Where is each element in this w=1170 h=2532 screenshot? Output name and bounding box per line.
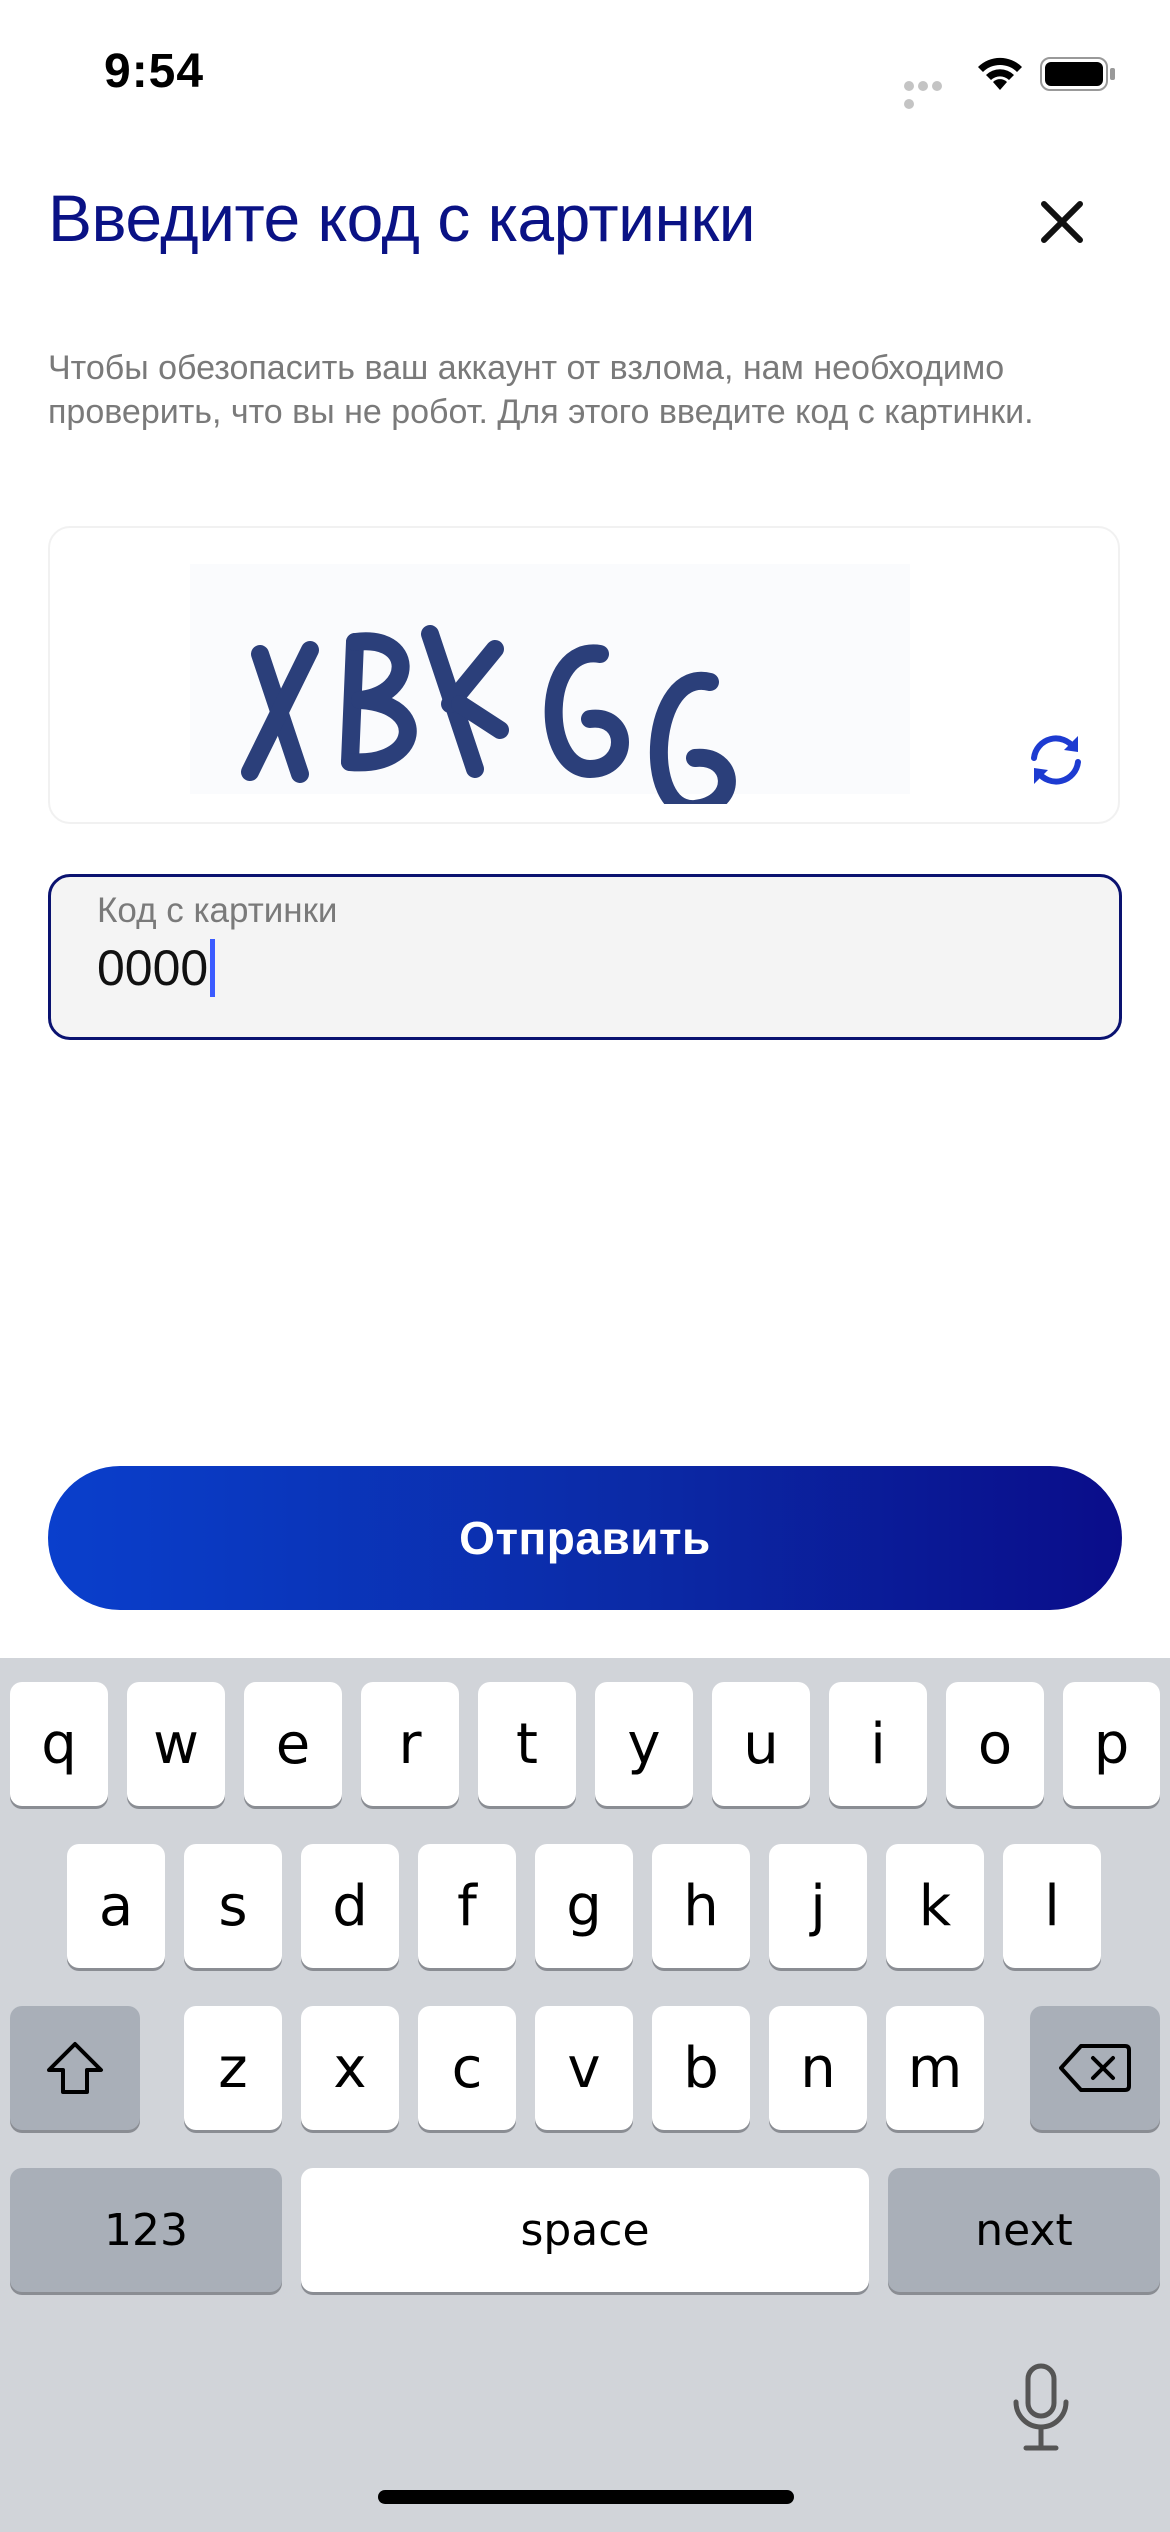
backspace-key[interactable]: [1030, 2006, 1160, 2130]
key-w[interactable]: w: [127, 1682, 225, 1806]
captcha-code-input[interactable]: Код с картинки 0000: [48, 874, 1122, 1040]
close-icon[interactable]: [1030, 190, 1094, 254]
key-i[interactable]: i: [829, 1682, 927, 1806]
key-j[interactable]: j: [769, 1844, 867, 1968]
shift-icon: [47, 2042, 103, 2094]
space-key[interactable]: space: [301, 2168, 869, 2292]
key-f[interactable]: f: [418, 1844, 516, 1968]
captcha-image: [190, 564, 910, 804]
key-a[interactable]: a: [67, 1844, 165, 1968]
home-indicator: [378, 2490, 794, 2504]
status-bar: 9:54: [0, 0, 1170, 150]
battery-icon: [1040, 57, 1115, 91]
microphone-icon[interactable]: [1006, 2362, 1076, 2454]
key-p[interactable]: p: [1063, 1682, 1160, 1806]
key-q[interactable]: q: [10, 1682, 108, 1806]
key-b[interactable]: b: [652, 2006, 750, 2130]
key-u[interactable]: u: [712, 1682, 810, 1806]
numbers-key[interactable]: 123: [10, 2168, 282, 2292]
description-text: Чтобы обезопасить ваш аккаунт от взлома,…: [48, 349, 1034, 431]
submit-button[interactable]: Отправить: [48, 1466, 1122, 1610]
key-y[interactable]: y: [595, 1682, 693, 1806]
key-l[interactable]: l: [1003, 1844, 1101, 1968]
captcha-code-label: Код с картинки: [97, 891, 338, 930]
key-m[interactable]: m: [886, 2006, 984, 2130]
text-caret: [210, 939, 216, 997]
status-time: 9:54: [104, 45, 205, 98]
key-c[interactable]: c: [418, 2006, 516, 2130]
key-n[interactable]: n: [769, 2006, 867, 2130]
key-e[interactable]: e: [244, 1682, 342, 1806]
key-k[interactable]: k: [886, 1844, 984, 1968]
key-x[interactable]: x: [301, 2006, 399, 2130]
key-o[interactable]: o: [946, 1682, 1044, 1806]
key-z[interactable]: z: [184, 2006, 282, 2130]
captcha-card: [48, 526, 1120, 824]
refresh-icon[interactable]: [1020, 724, 1092, 796]
key-h[interactable]: h: [652, 1844, 750, 1968]
key-t[interactable]: t: [478, 1682, 576, 1806]
wifi-icon: [978, 57, 1022, 90]
next-key[interactable]: next: [888, 2168, 1160, 2292]
page-title: Введите код с картинки: [48, 181, 756, 255]
key-v[interactable]: v: [535, 2006, 633, 2130]
key-r[interactable]: r: [361, 1682, 459, 1806]
key-d[interactable]: d: [301, 1844, 399, 1968]
key-g[interactable]: g: [535, 1844, 633, 1968]
shift-key[interactable]: [10, 2006, 140, 2130]
backspace-icon: [1059, 2044, 1131, 2092]
captcha-code-value: 0000: [97, 940, 209, 996]
signal-icon: [904, 78, 958, 109]
key-s[interactable]: s: [184, 1844, 282, 1968]
